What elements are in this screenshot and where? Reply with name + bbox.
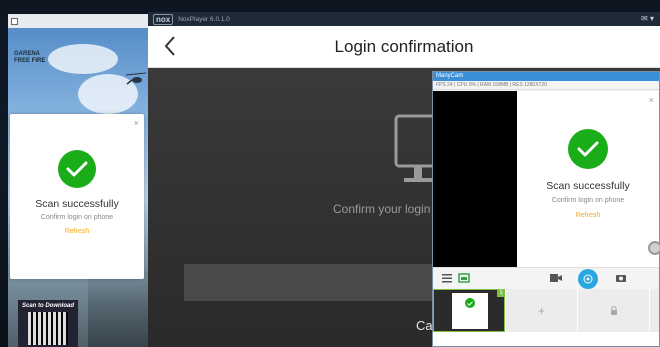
video-camera-icon[interactable]	[549, 272, 563, 284]
lock-icon	[610, 306, 617, 315]
nox-version: NoxPlayer 6.0.1.0	[178, 15, 230, 23]
nox-titlebar: nox NoxPlayer 6.0.1.0 ✉ ▾	[148, 12, 660, 26]
scan-success-dialog: × Scan successfully Confirm login on pho…	[10, 114, 144, 279]
manycam-toolbar	[433, 267, 659, 289]
success-check-icon	[58, 150, 96, 188]
locked-source-slot[interactable]	[577, 289, 649, 332]
download-qr-panel[interactable]: Scan to Download	[18, 300, 78, 347]
camera-snapshot-icon[interactable]	[615, 272, 627, 284]
game-logo-line2: FREE FIRE	[14, 58, 46, 64]
game-logo: GARENA FREE FIRE	[14, 51, 45, 65]
source-slot-partial[interactable]	[649, 289, 659, 332]
manycam-stats: FPS 24 | CPU 0% | RAM 158MB | RES 1280X7…	[433, 81, 659, 90]
scan-success-title: Scan successfully	[546, 180, 630, 192]
cloud-shape	[48, 44, 118, 74]
menu-icon[interactable]	[441, 272, 453, 284]
camera-preview: × Scan successfully Confirm login on pho…	[433, 91, 660, 267]
broadcast-button[interactable]	[578, 269, 598, 289]
broadcast-icon	[583, 274, 593, 284]
scan-success-subtitle: Confirm login on phone	[551, 197, 625, 204]
refresh-link[interactable]: Refresh	[10, 228, 144, 235]
preview-scan-dialog: × Scan successfully Confirm login on pho…	[517, 91, 659, 267]
close-icon[interactable]: ×	[134, 118, 139, 128]
page-title: Login confirmation	[334, 37, 474, 56]
add-source-button[interactable]: +	[505, 289, 577, 332]
add-icon: +	[537, 303, 545, 318]
scan-success-subtitle: Confirm login on phone	[40, 214, 114, 221]
helicopter-icon	[126, 72, 146, 85]
game-titlebar	[8, 14, 148, 28]
scan-success-title: Scan successfully	[35, 198, 119, 210]
window-icon	[11, 17, 18, 25]
app-header: Login confirmation	[148, 26, 660, 68]
success-check-icon	[568, 129, 608, 169]
source-thumbnail[interactable]: 1	[433, 289, 505, 332]
nox-logo: nox	[153, 13, 174, 25]
source-number-badge: 1	[497, 289, 505, 297]
qr-code	[28, 312, 68, 345]
nox-window-controls[interactable]: ✉ ▾	[641, 14, 654, 23]
game-logo-line1: GARENA	[14, 51, 41, 57]
source-strip: 1 +	[433, 289, 659, 346]
confirm-login-button[interactable]: Confi	[184, 264, 474, 301]
layers-icon[interactable]	[458, 272, 470, 284]
success-check-icon	[465, 298, 475, 308]
cancel-login-button[interactable]: Ca	[416, 318, 433, 333]
close-icon[interactable]: ×	[649, 95, 654, 105]
resize-handle[interactable]	[648, 241, 660, 255]
scan-to-download-label: Scan to Download	[21, 303, 74, 309]
refresh-link[interactable]: Refresh	[517, 212, 659, 219]
manycam-window: ManyCam FPS 24 | CPU 0% | RAM 158MB | RE…	[432, 71, 660, 347]
manycam-titlebar: ManyCam	[433, 72, 659, 81]
source-preview	[452, 293, 488, 329]
